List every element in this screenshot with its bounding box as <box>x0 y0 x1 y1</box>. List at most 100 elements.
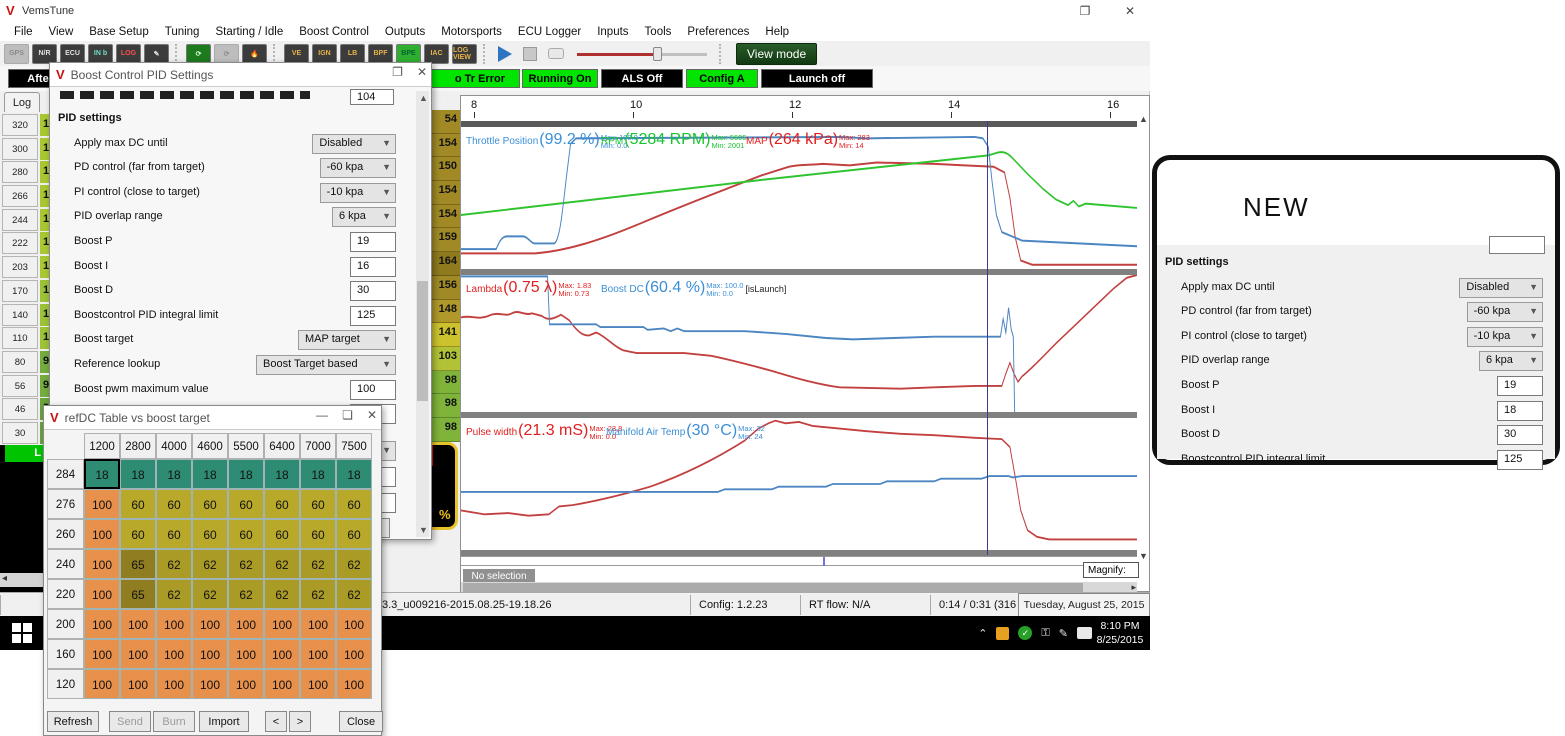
table-cell[interactable]: 98 <box>432 418 460 442</box>
table-cell[interactable]: 100 <box>228 639 264 669</box>
table-cell[interactable]: 141 <box>432 323 460 347</box>
menu-view[interactable]: View <box>41 24 82 40</box>
scroll-left-icon[interactable]: ◂ <box>2 573 7 584</box>
table-cell[interactable]: 60 <box>336 489 372 519</box>
table-cell[interactable]: 154 <box>432 134 460 158</box>
import-button[interactable]: Import <box>199 711 249 732</box>
setting-select[interactable]: Disabled▼ <box>312 134 396 154</box>
table-cell[interactable]: 100 <box>84 489 120 519</box>
stop-button-icon[interactable] <box>523 47 537 61</box>
table-cell[interactable]: 100 <box>336 639 372 669</box>
magnify-dropdown[interactable]: Magnify: <box>1083 562 1139 578</box>
table-cell[interactable]: 18 <box>300 459 336 489</box>
menu-ecu-logger[interactable]: ECU Logger <box>510 24 589 40</box>
setting-select[interactable]: 6 kpa▼ <box>1479 351 1543 371</box>
ign-table-icon[interactable]: IGN <box>312 44 337 64</box>
setting-input[interactable]: 125 <box>1497 450 1543 470</box>
tray-cube-icon[interactable] <box>996 627 1009 640</box>
menu-inputs[interactable]: Inputs <box>589 24 636 40</box>
table-cell[interactable]: 98 <box>432 371 460 395</box>
table-cell[interactable]: 100 <box>228 669 264 699</box>
menu-tuning[interactable]: Tuning <box>157 24 208 40</box>
table-cell[interactable]: 100 <box>300 609 336 639</box>
table-cell[interactable]: 100 <box>84 639 120 669</box>
setting-select[interactable]: Disabled▼ <box>1459 278 1543 298</box>
table-cell[interactable]: 60 <box>120 519 156 549</box>
table-cell[interactable]: 18 <box>192 459 228 489</box>
table-cell[interactable]: 156 <box>432 276 460 300</box>
gps-icon[interactable]: GPS <box>4 44 29 64</box>
close-button[interactable]: Close <box>339 711 383 732</box>
table-cell[interactable]: 18 <box>120 459 156 489</box>
tray-key-icon[interactable]: ⚿ <box>1041 627 1049 640</box>
table-cell[interactable]: 100 <box>120 669 156 699</box>
table-cell[interactable]: 100 <box>192 639 228 669</box>
setting-input[interactable]: 30 <box>1497 425 1543 445</box>
table-cell[interactable]: 100 <box>336 669 372 699</box>
table-cell[interactable]: 62 <box>192 549 228 579</box>
setting-input[interactable]: 30 <box>350 281 396 301</box>
table-cell[interactable]: 62 <box>336 579 372 609</box>
setting-select[interactable]: -60 kpa▼ <box>320 158 396 178</box>
menu-motorsports[interactable]: Motorsports <box>433 24 510 40</box>
setting-select[interactable]: MAP target▼ <box>298 330 396 350</box>
table-cell[interactable]: 164 <box>432 252 460 276</box>
table-cell[interactable]: 103 <box>432 347 460 371</box>
menu-preferences[interactable]: Preferences <box>679 24 757 40</box>
table-cell[interactable]: 159 <box>432 228 460 252</box>
refresh-button[interactable]: Refresh <box>47 711 99 732</box>
dialog-close-button[interactable]: ✕ <box>417 65 427 79</box>
table-cell[interactable]: 98 <box>432 394 460 418</box>
table-cell[interactable]: 148 <box>432 300 460 324</box>
chart-hscroll-thumb[interactable] <box>463 583 1083 592</box>
menu-base-setup[interactable]: Base Setup <box>81 24 156 40</box>
dialog-title-bar[interactable]: V refDC Table vs boost target — ❏ ✕ <box>44 406 381 430</box>
table-cell[interactable]: 62 <box>192 579 228 609</box>
table-cell[interactable]: 60 <box>228 519 264 549</box>
table-cell[interactable]: 18 <box>228 459 264 489</box>
tray-antivirus-icon[interactable]: ✓ <box>1018 626 1032 640</box>
setting-select[interactable]: -10 kpa▼ <box>320 183 396 203</box>
burn-icon[interactable]: 🔥 <box>242 44 267 64</box>
scroll-up-icon[interactable]: ▲ <box>419 93 428 103</box>
table-cell[interactable]: 62 <box>264 579 300 609</box>
bpf-icon[interactable]: BPF <box>368 44 393 64</box>
dialog-scrollbar[interactable]: ▲ ▼ <box>416 91 429 537</box>
setting-input[interactable]: 100 <box>350 380 396 400</box>
setting-input[interactable]: 16 <box>350 257 396 277</box>
table-cell[interactable]: 18 <box>264 459 300 489</box>
table-cell[interactable]: 60 <box>300 519 336 549</box>
ecu-icon[interactable]: ECU <box>60 44 85 64</box>
table-cell[interactable]: 65 <box>120 549 156 579</box>
table-cell[interactable]: 62 <box>228 549 264 579</box>
table-cell[interactable]: 60 <box>192 489 228 519</box>
log-icon[interactable]: LOG <box>116 44 141 64</box>
table-cell[interactable]: 100 <box>84 519 120 549</box>
table-cell[interactable]: 62 <box>156 579 192 609</box>
table-cell[interactable]: 100 <box>84 579 120 609</box>
table-cell[interactable]: 18 <box>156 459 192 489</box>
table-cell[interactable]: 18 <box>84 459 120 489</box>
table-cell[interactable]: 154 <box>432 181 460 205</box>
bpe-icon[interactable]: BPE <box>396 44 421 64</box>
setting-select[interactable]: Boost Target based▼ <box>256 355 396 375</box>
menu-starting-idle[interactable]: Starting / Idle <box>207 24 291 40</box>
table-cell[interactable]: 60 <box>228 489 264 519</box>
iac-icon[interactable]: IAC <box>424 44 449 64</box>
table-cell[interactable]: 60 <box>120 489 156 519</box>
table-cell[interactable]: 62 <box>228 579 264 609</box>
table-cell[interactable]: 100 <box>84 549 120 579</box>
table-cell[interactable]: 154 <box>432 205 460 229</box>
clipped-setting-input[interactable]: 104 <box>350 89 394 105</box>
next-button[interactable]: > <box>289 711 311 732</box>
table-cell[interactable]: 62 <box>156 549 192 579</box>
scroll-down-icon[interactable]: ▼ <box>419 525 428 535</box>
table-cell[interactable]: 62 <box>336 549 372 579</box>
edit-icon[interactable]: ✎ <box>144 44 169 64</box>
start-button-icon[interactable] <box>12 623 32 643</box>
restore-window-button[interactable]: ❐ <box>1070 2 1100 20</box>
taskbar-clock[interactable]: 8:10 PM 8/25/2015 <box>1094 619 1146 647</box>
table-cell[interactable]: 62 <box>300 549 336 579</box>
slider-thumb[interactable] <box>653 47 662 61</box>
setting-input[interactable]: 19 <box>350 232 396 252</box>
